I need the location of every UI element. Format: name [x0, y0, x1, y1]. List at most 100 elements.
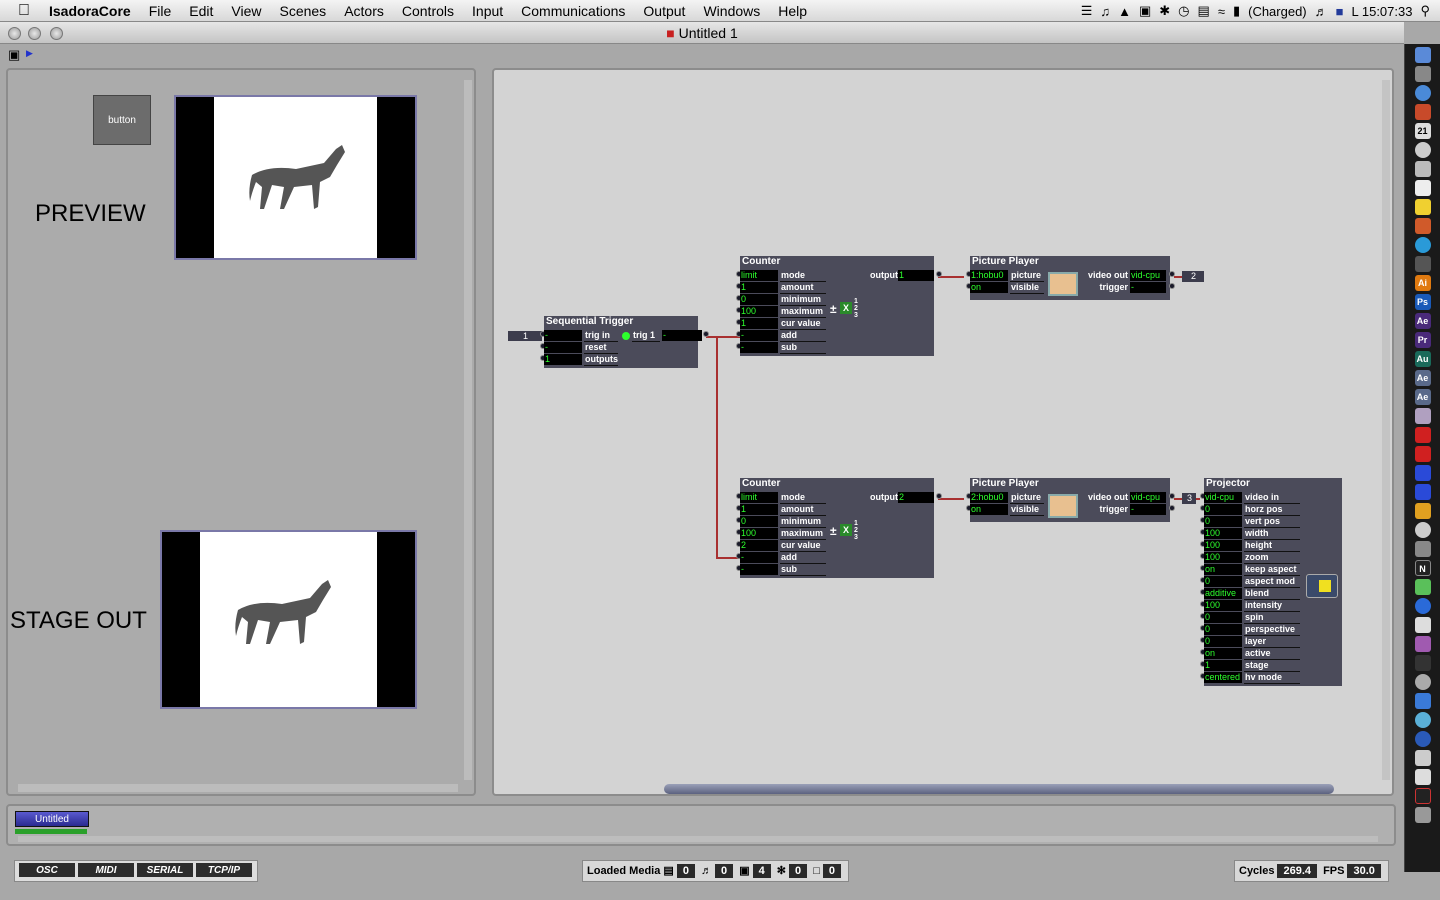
system-preferences-icon[interactable]: [1414, 161, 1431, 177]
tab-serial[interactable]: SERIAL: [136, 862, 194, 878]
menu-extras-icon[interactable]: ☰: [1081, 3, 1093, 19]
menu-output[interactable]: Output: [634, 0, 694, 22]
input-value[interactable]: -: [544, 342, 582, 353]
apple-icon[interactable]: : [0, 0, 40, 22]
picture-player-actor-2[interactable]: Picture Player 2:hobu0 picture on visible …: [966, 478, 1175, 522]
app-icon[interactable]: [1414, 579, 1431, 595]
close-window-button[interactable]: [8, 27, 21, 40]
input-value[interactable]: 100: [740, 528, 778, 539]
monitor-icon[interactable]: ▤: [1198, 3, 1210, 19]
canvas-vertical-scrollbar[interactable]: [1382, 80, 1390, 780]
preview-app-icon[interactable]: [1414, 66, 1431, 82]
app-icon[interactable]: [1414, 674, 1431, 690]
finder-icon[interactable]: [1414, 47, 1431, 63]
menu-controls[interactable]: Controls: [393, 0, 463, 22]
menu-actors[interactable]: Actors: [335, 0, 393, 22]
input-value[interactable]: 0: [1204, 612, 1242, 623]
app-icon[interactable]: [1414, 446, 1431, 462]
input-value[interactable]: 1: [544, 354, 582, 365]
input-value[interactable]: -: [740, 552, 778, 563]
time-machine-icon[interactable]: ◷: [1178, 3, 1189, 19]
projector-actor[interactable]: Projector vid-cpu video in 0 horz pos 0 vert …: [1200, 478, 1342, 686]
notes-icon[interactable]: [1414, 199, 1431, 215]
app-store-icon[interactable]: [1414, 598, 1431, 614]
app-menu[interactable]: IsadoraCore: [40, 0, 140, 22]
output-port[interactable]: [703, 331, 709, 337]
menu-input[interactable]: Input: [463, 0, 512, 22]
input-value[interactable]: -: [740, 342, 778, 353]
app-icon[interactable]: [1414, 769, 1431, 785]
volume-icon[interactable]: ♬: [1315, 4, 1328, 19]
notification-icon[interactable]: ▲: [1118, 4, 1131, 19]
battery-icon[interactable]: ▮: [1233, 3, 1240, 19]
app-icon[interactable]: [1414, 731, 1431, 747]
input-value[interactable]: on: [1204, 648, 1242, 659]
input-value[interactable]: 1: [740, 318, 778, 329]
premiere-icon[interactable]: Pr: [1414, 332, 1431, 348]
play-arrow-icon[interactable]: ▶: [26, 48, 33, 59]
app-icon[interactable]: [1414, 617, 1431, 633]
input-value[interactable]: 0: [1204, 636, 1242, 647]
input-value[interactable]: 0: [740, 294, 778, 305]
trash-icon[interactable]: [1414, 807, 1431, 823]
input-value[interactable]: additive: [1204, 588, 1242, 599]
adobe-app-icon[interactable]: Ae: [1414, 370, 1431, 386]
input-value[interactable]: centered: [1204, 672, 1242, 683]
minimize-window-button[interactable]: [28, 27, 41, 40]
menu-file[interactable]: File: [140, 0, 181, 22]
wifi-icon[interactable]: ≈: [1218, 4, 1225, 19]
spotlight-search-icon[interactable]: ⚲: [1420, 3, 1430, 19]
patch-canvas[interactable]: 1 Sequential Trigger - trig in - reset 1…: [492, 68, 1394, 796]
input-value[interactable]: 0: [1204, 504, 1242, 515]
illustrator-icon[interactable]: Ai: [1414, 275, 1431, 291]
canvas-horizontal-scrollbar[interactable]: [664, 784, 1334, 794]
menu-help[interactable]: Help: [769, 0, 816, 22]
preview-vertical-scrollbar[interactable]: [464, 80, 472, 780]
input-value[interactable]: on: [1204, 564, 1242, 575]
app-icon[interactable]: [1414, 788, 1431, 804]
bell-icon[interactable]: ♫: [1100, 4, 1110, 19]
display-icon[interactable]: ▣: [1139, 3, 1151, 19]
textedit-icon[interactable]: [1414, 180, 1431, 196]
app-icon[interactable]: [1414, 465, 1431, 481]
camera-icon[interactable]: ▣: [8, 47, 20, 63]
output-port[interactable]: [936, 271, 942, 277]
input-value[interactable]: 1: [1204, 660, 1242, 671]
tab-tcpip[interactable]: TCP/IP: [195, 862, 253, 878]
app-icon[interactable]: [1414, 503, 1431, 519]
input-value[interactable]: vid-cpu: [1204, 492, 1242, 503]
menu-windows[interactable]: Windows: [694, 0, 769, 22]
app-icon[interactable]: [1414, 427, 1431, 443]
clock[interactable]: L 15:07:33: [1352, 4, 1413, 19]
output-port[interactable]: [1169, 283, 1175, 289]
seq-input-value[interactable]: 1: [508, 331, 542, 341]
picture-player-actor-1[interactable]: Picture Player 1:hobu0 picture on visible …: [966, 256, 1175, 300]
counter-actor-2[interactable]: Counter limit mode 1 amount 0 minimum 100 ma…: [736, 478, 942, 578]
input-value[interactable]: limit: [740, 492, 778, 503]
input-value[interactable]: -: [544, 330, 582, 341]
app-icon[interactable]: [1414, 712, 1431, 728]
input-value[interactable]: 1: [740, 282, 778, 293]
menu-view[interactable]: View: [222, 0, 270, 22]
menu-communications[interactable]: Communications: [512, 0, 634, 22]
app-icon[interactable]: [1414, 408, 1431, 424]
mail-icon[interactable]: [1414, 104, 1431, 120]
adobe-app-icon[interactable]: Ae: [1414, 389, 1431, 405]
input-value[interactable]: on: [970, 282, 1008, 293]
after-effects-icon[interactable]: Ae: [1414, 313, 1431, 329]
terminal-icon[interactable]: [1414, 256, 1431, 272]
input-value[interactable]: -: [740, 330, 778, 341]
app-icon[interactable]: [1414, 636, 1431, 652]
input-value[interactable]: 0: [740, 516, 778, 527]
firefox-icon[interactable]: [1414, 218, 1431, 234]
input-value[interactable]: 2:hobu0: [970, 492, 1008, 503]
menu-scenes[interactable]: Scenes: [270, 0, 335, 22]
output-port[interactable]: [1169, 505, 1175, 511]
sequential-trigger-actor[interactable]: Sequential Trigger - trig in - reset 1 o…: [540, 316, 709, 368]
safari-icon[interactable]: [1414, 85, 1431, 101]
input-value[interactable]: 1: [740, 504, 778, 515]
app-icon[interactable]: N: [1414, 560, 1431, 576]
app-icon[interactable]: [1414, 693, 1431, 709]
app-icon[interactable]: [1414, 541, 1431, 557]
preview-horizontal-scrollbar[interactable]: [18, 784, 458, 792]
